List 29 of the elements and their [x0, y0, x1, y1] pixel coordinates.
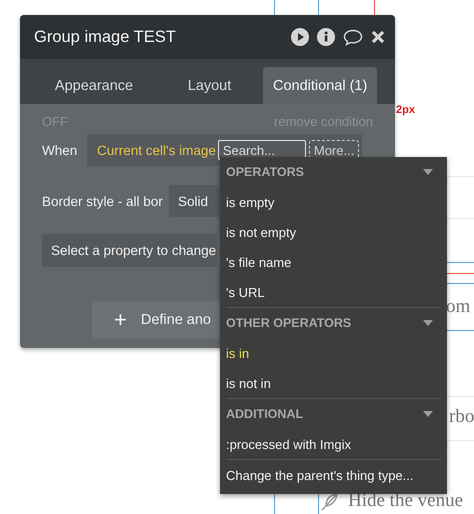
- tab[interactable]: Appearance: [32, 67, 156, 104]
- caret-icon[interactable]: [423, 169, 433, 175]
- section-header: OPERATORS: [226, 165, 304, 179]
- caret-icon[interactable]: [423, 320, 433, 326]
- comment-icon[interactable]: [343, 28, 363, 46]
- panel-title: Group image TEST: [34, 28, 177, 46]
- measurement-label: 2px: [396, 104, 415, 116]
- property-label: Border style - all bor: [42, 194, 164, 208]
- property-selector[interactable]: Select a property to change: [42, 234, 218, 267]
- feather-icon: [320, 491, 340, 511]
- menu-item[interactable]: 's file name: [226, 247, 441, 277]
- tab[interactable]: Layout: [156, 67, 263, 104]
- section-header: ADDITIONAL: [226, 407, 304, 421]
- play-icon[interactable]: [291, 28, 309, 46]
- canvas-text: rbo: [449, 406, 474, 428]
- menu-item[interactable]: is in: [226, 338, 441, 368]
- when-label: When: [42, 142, 78, 158]
- menu-item[interactable]: is empty: [226, 187, 441, 217]
- tab[interactable]: Conditional (1): [263, 67, 377, 104]
- caret-icon[interactable]: [423, 411, 433, 417]
- expression-text: Current cell's image: [97, 142, 216, 158]
- menu-item[interactable]: :processed with Imgix: [226, 429, 441, 459]
- info-icon[interactable]: [317, 28, 335, 46]
- close-icon[interactable]: [371, 30, 385, 44]
- menu-item[interactable]: Change the parent's thing type...: [226, 459, 441, 490]
- menu-item[interactable]: is not empty: [226, 217, 441, 247]
- menu-item[interactable]: is not in: [226, 368, 441, 398]
- canvas-text: om: [446, 296, 470, 318]
- search-field[interactable]: Search...: [218, 140, 306, 160]
